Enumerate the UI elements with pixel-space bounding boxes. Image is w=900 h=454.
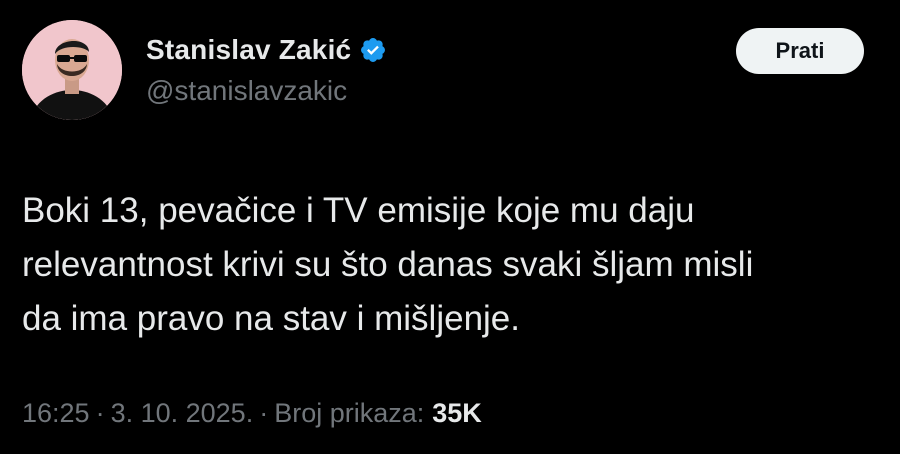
tweet-text-line: da ima pravo na stav i mišljenje.	[22, 299, 520, 338]
tweet-text-line: relevantnost krivi su što danas svaki šl…	[22, 245, 754, 284]
author-handle[interactable]: @stanislavzakic	[146, 75, 347, 107]
tweet-text: Boki 13, pevačice i TV emisije koje mu d…	[22, 184, 882, 346]
views-count: 35K	[432, 398, 482, 428]
meta-separator: ·	[95, 398, 105, 428]
follow-button[interactable]: Prati	[736, 28, 864, 74]
author-display-name[interactable]: Stanislav Zakić	[146, 34, 351, 66]
tweet-card: Stanislav Zakić @stanislavzakic Prati Bo…	[0, 0, 900, 454]
tweet-time[interactable]: 16:25	[22, 398, 90, 429]
author-name-row: Stanislav Zakić	[146, 30, 387, 70]
avatar[interactable]	[22, 20, 122, 120]
verified-badge-icon	[359, 36, 387, 64]
views-label: Broj prikaza:	[274, 398, 425, 428]
tweet-meta: 16:25 · 3. 10. 2025. · Broj prikaza: 35K	[22, 398, 482, 429]
tweet-date[interactable]: 3. 10. 2025.	[111, 398, 254, 429]
avatar-image	[22, 20, 122, 120]
meta-separator: ·	[259, 398, 269, 428]
tweet-text-line: Boki 13, pevačice i TV emisije koje mu d…	[22, 191, 695, 230]
